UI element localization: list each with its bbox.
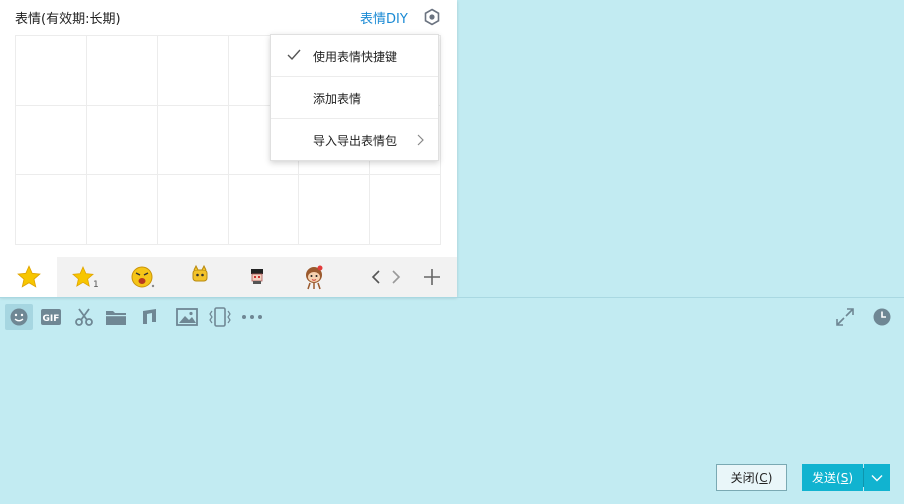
emoji-cell[interactable]	[16, 175, 87, 245]
close-button[interactable]: 关闭(C)	[716, 464, 787, 491]
tab-star-badge[interactable]: 1	[57, 257, 114, 297]
music-button[interactable]	[136, 304, 164, 330]
emoji-cell[interactable]	[157, 105, 229, 176]
emoji-cell[interactable]	[157, 175, 229, 245]
yellow-character-emoji-icon	[192, 264, 207, 282]
history-clock-icon	[873, 308, 891, 326]
scissors-icon	[75, 308, 93, 326]
emoji-cell[interactable]	[157, 36, 229, 106]
add-emoji-pack-button[interactable]	[420, 257, 444, 297]
gif-icon: GIF	[41, 309, 61, 325]
tab-favorites[interactable]	[0, 257, 57, 297]
emoji-cell[interactable]	[86, 36, 158, 106]
menu-item-shortcut[interactable]: 使用表情快捷键	[271, 35, 438, 77]
star-badge-icon: 1	[71, 266, 99, 290]
svg-text:GIF: GIF	[43, 314, 60, 324]
settings-button[interactable]	[423, 8, 441, 26]
screenshot-button[interactable]	[70, 304, 98, 330]
send-options-button[interactable]	[864, 464, 890, 491]
close-button-label: 关闭(	[730, 471, 760, 485]
plus-icon	[424, 269, 440, 285]
close-button-suffix: )	[767, 470, 773, 485]
monkey-girl-emoji-icon	[305, 265, 322, 290]
menu-item-add-emoji[interactable]: 添加表情	[271, 77, 438, 119]
send-button-hotkey: S	[840, 470, 849, 485]
chevron-right-icon	[417, 134, 424, 146]
angry-face-emoji-icon	[131, 266, 154, 288]
input-area-divider	[0, 297, 904, 298]
folder-icon	[106, 311, 126, 325]
expand-icon	[836, 308, 854, 326]
expand-button[interactable]	[831, 304, 859, 330]
gif-button[interactable]: GIF	[37, 304, 65, 330]
tab-emoji-pack-2[interactable]	[171, 257, 228, 297]
emoji-cell[interactable]	[228, 175, 300, 245]
chevron-left-icon	[371, 270, 380, 284]
tab-next-button[interactable]	[386, 257, 406, 297]
menu-item-label: 添加表情	[313, 92, 362, 106]
emoji-cell[interactable]	[299, 175, 371, 245]
send-button[interactable]: 发送(S)	[802, 464, 863, 491]
emoji-settings-menu: 使用表情快捷键 添加表情 导入导出表情包	[270, 34, 439, 161]
menu-item-import-export[interactable]: 导入导出表情包	[271, 119, 438, 161]
more-tools-button[interactable]	[238, 304, 266, 330]
send-button-label: 发送(	[812, 471, 841, 485]
file-button[interactable]	[102, 304, 130, 330]
tab-emoji-pack-3[interactable]	[228, 257, 285, 297]
emoji-panel-title: 表情(有效期:长期)	[15, 12, 121, 27]
svg-text:1: 1	[93, 280, 99, 290]
chevron-right-icon	[392, 270, 401, 284]
image-icon	[176, 308, 198, 326]
emoji-cell[interactable]	[370, 175, 441, 245]
emoji-button[interactable]	[5, 304, 33, 330]
emoji-cell[interactable]	[16, 105, 87, 176]
image-button[interactable]	[173, 304, 201, 330]
more-icon	[242, 315, 262, 319]
history-button[interactable]	[868, 304, 896, 330]
close-button-hotkey: C	[759, 470, 768, 485]
send-button-suffix: )	[848, 470, 853, 485]
send-button-divider	[863, 468, 864, 487]
small-character-emoji-icon	[250, 269, 263, 284]
emoji-cell[interactable]	[86, 175, 158, 245]
settings-hexagon-icon	[424, 8, 440, 26]
shake-button[interactable]	[206, 304, 234, 330]
tab-emoji-pack-1[interactable]	[114, 257, 171, 297]
music-note-icon	[143, 309, 156, 324]
emoji-diy-link[interactable]: 表情DIY	[360, 8, 408, 27]
emoji-cell[interactable]	[86, 105, 158, 176]
star-icon	[16, 265, 41, 288]
emoji-tab-bar: 1	[0, 257, 457, 297]
menu-item-label: 使用表情快捷键	[313, 50, 398, 64]
tab-prev-button[interactable]	[366, 257, 386, 297]
tab-emoji-pack-4[interactable]	[285, 257, 342, 297]
chevron-down-icon	[871, 474, 883, 481]
shake-icon	[209, 307, 231, 327]
emoji-cell[interactable]	[16, 36, 87, 106]
checkmark-icon	[287, 49, 301, 61]
menu-item-label: 导入导出表情包	[313, 134, 398, 148]
emoji-icon	[10, 308, 28, 326]
